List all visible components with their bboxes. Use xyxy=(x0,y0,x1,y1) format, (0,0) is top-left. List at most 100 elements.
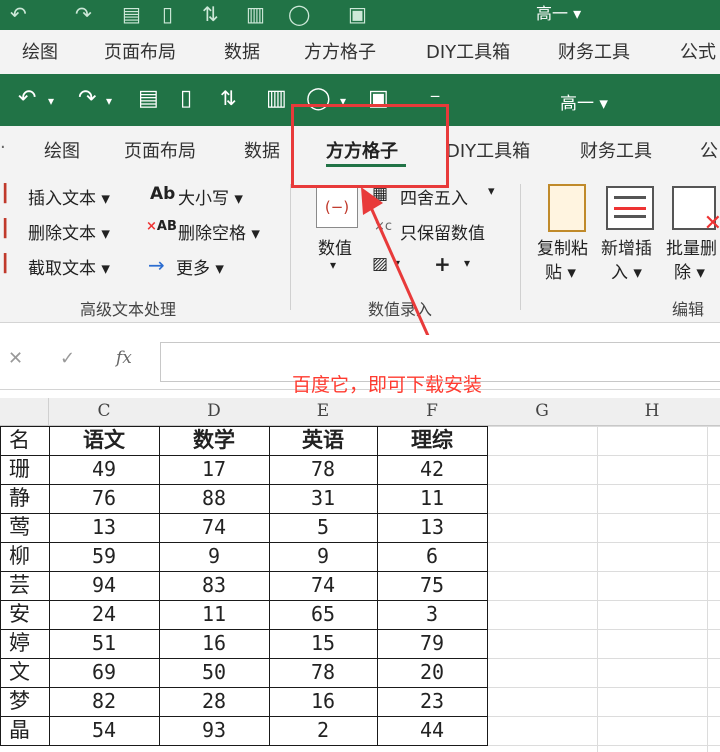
add-insert-button-line2[interactable]: 入 ▾ xyxy=(611,258,642,283)
column-header-f[interactable]: F xyxy=(377,398,488,426)
bg-tab-formula[interactable]: 公式 xyxy=(680,38,716,64)
table-cell[interactable]: 莺 xyxy=(0,513,48,542)
bg-tab-draw[interactable]: 绘图 xyxy=(22,38,58,64)
table-cell[interactable]: 78 xyxy=(269,455,377,484)
table-cell[interactable]: 静 xyxy=(0,484,48,513)
table-cell[interactable]: 晶 xyxy=(0,716,48,745)
tab-finance[interactable]: 财务工具 xyxy=(580,137,652,163)
column-header-g[interactable]: G xyxy=(487,398,598,426)
header-cell[interactable]: 语文 xyxy=(49,426,159,455)
plus-dropdown-icon[interactable]: ▾ xyxy=(464,256,470,270)
bg-tab-diy[interactable]: DIY工具箱 xyxy=(426,38,510,64)
table-cell[interactable]: 49 xyxy=(49,455,159,484)
column-header-d[interactable]: D xyxy=(159,398,270,426)
table-cell[interactable]: 文秀 xyxy=(0,658,48,687)
cancel-icon[interactable]: ✕ xyxy=(8,348,23,369)
table-cell[interactable]: 79 xyxy=(377,629,487,658)
insert-text-button[interactable]: 插入文本 ▾ xyxy=(28,184,110,209)
chart-icon[interactable]: ▥ xyxy=(266,86,287,111)
column-header-i[interactable] xyxy=(707,398,720,426)
table-cell[interactable]: 42 xyxy=(377,455,487,484)
table-cell[interactable]: 74 xyxy=(159,513,269,542)
header-cell[interactable]: 数学 xyxy=(159,426,269,455)
bg-tab-data[interactable]: 数据 xyxy=(224,38,260,64)
table-cell[interactable]: 15 xyxy=(269,629,377,658)
header-cell[interactable]: 理综 xyxy=(377,426,487,455)
table-cell[interactable]: 梦 xyxy=(0,687,48,716)
tab-diy[interactable]: DIY工具箱 xyxy=(446,137,530,163)
tab-formula[interactable]: 公 xyxy=(700,137,718,163)
table-cell[interactable]: 69 xyxy=(49,658,159,687)
header-cell[interactable]: 英语 xyxy=(269,426,377,455)
table-cell[interactable]: 51 xyxy=(49,629,159,658)
table-cell[interactable]: 柳 xyxy=(0,542,48,571)
table-cell[interactable]: 83 xyxy=(159,571,269,600)
table-cell[interactable]: 13 xyxy=(49,513,159,542)
table-cell[interactable]: 28 xyxy=(159,687,269,716)
table-cell[interactable]: 16 xyxy=(269,687,377,716)
table-cell[interactable]: 50 xyxy=(159,658,269,687)
table-cell[interactable]: 94 xyxy=(49,571,159,600)
confirm-icon[interactable]: ✓ xyxy=(60,348,75,369)
table-cell[interactable]: 13 xyxy=(377,513,487,542)
case-button[interactable]: 大小写 ▾ xyxy=(178,184,243,209)
table-cell[interactable]: 74 xyxy=(269,571,377,600)
column-header-e[interactable]: E xyxy=(269,398,378,426)
new-file-icon[interactable]: ▯ xyxy=(180,86,192,111)
undo-icon[interactable]: ↶ xyxy=(18,86,36,111)
insert-function-icon[interactable]: fx xyxy=(116,348,132,368)
print-preview-icon[interactable]: ▤ xyxy=(138,86,159,111)
rounding-dropdown-icon[interactable]: ▾ xyxy=(488,184,495,199)
customize-toolbar-icon[interactable]: ‒ xyxy=(430,86,440,105)
bg-tab-finance[interactable]: 财务工具 xyxy=(558,38,630,64)
batch-delete-button-line2[interactable]: 除 ▾ xyxy=(674,258,705,283)
undo-dropdown-icon[interactable]: ▾ xyxy=(48,94,54,108)
table-cell[interactable]: 88 xyxy=(159,484,269,513)
more-button[interactable]: 更多 ▾ xyxy=(176,254,224,279)
table-cell[interactable]: 17 xyxy=(159,455,269,484)
table-cell[interactable]: 安琪 xyxy=(0,600,48,629)
copy-paste-button-line2[interactable]: 贴 ▾ xyxy=(545,258,576,283)
copy-paste-button[interactable]: 复制粘 xyxy=(537,234,588,259)
header-cell[interactable]: 名 xyxy=(0,426,48,455)
table-cell[interactable]: 16 xyxy=(159,629,269,658)
add-insert-button[interactable]: 新增插 xyxy=(601,234,652,259)
table-cell[interactable]: 24 xyxy=(49,600,159,629)
table-cell[interactable]: 23 xyxy=(377,687,487,716)
column-header-b[interactable] xyxy=(0,398,49,426)
table-cell[interactable]: 76 xyxy=(49,484,159,513)
table-cell[interactable]: 20 xyxy=(377,658,487,687)
table-cell[interactable]: 9 xyxy=(269,542,377,571)
background-account[interactable]: 高一 ▾ xyxy=(536,0,581,24)
remove-space-button[interactable]: 删除空格 ▾ xyxy=(178,219,260,244)
value-dropdown-icon[interactable]: ▾ xyxy=(330,258,336,272)
tab-draw[interactable]: 绘图 xyxy=(44,137,80,163)
table-cell[interactable]: 75 xyxy=(377,571,487,600)
value-button[interactable]: 数值 xyxy=(318,234,352,259)
delete-text-button[interactable]: 删除文本 ▾ xyxy=(28,219,110,244)
table-cell[interactable]: 82 xyxy=(49,687,159,716)
account-menu[interactable]: 高一 ▾ xyxy=(560,89,608,114)
table-cell[interactable]: 6 xyxy=(377,542,487,571)
column-header-c[interactable]: C xyxy=(49,398,160,426)
table-cell[interactable]: 11 xyxy=(377,484,487,513)
batch-delete-button[interactable]: 批量删 xyxy=(666,234,717,259)
bg-tab-fangfang[interactable]: 方方格子 xyxy=(304,38,376,64)
table-cell[interactable]: 65 xyxy=(269,600,377,629)
extract-text-button[interactable]: 截取文本 ▾ xyxy=(28,254,110,279)
table-cell[interactable]: 93 xyxy=(159,716,269,745)
table-cell[interactable]: 59 xyxy=(49,542,159,571)
bg-tab-page-layout[interactable]: 页面布局 xyxy=(104,38,176,64)
redo-dropdown-icon[interactable]: ▾ xyxy=(106,94,112,108)
table-cell[interactable]: 9 xyxy=(159,542,269,571)
table-cell[interactable]: 11 xyxy=(159,600,269,629)
table-cell[interactable]: 44 xyxy=(377,716,487,745)
table-cell[interactable]: 珊 xyxy=(0,455,48,484)
table-cell[interactable]: 婷婷 xyxy=(0,629,48,658)
table-cell[interactable]: 5 xyxy=(269,513,377,542)
table-cell[interactable]: 2 xyxy=(269,716,377,745)
table-cell[interactable]: 78 xyxy=(269,658,377,687)
column-header-h[interactable]: H xyxy=(597,398,708,426)
sort-az-icon[interactable]: ⇅ xyxy=(220,86,237,110)
table-cell[interactable]: 54 xyxy=(49,716,159,745)
